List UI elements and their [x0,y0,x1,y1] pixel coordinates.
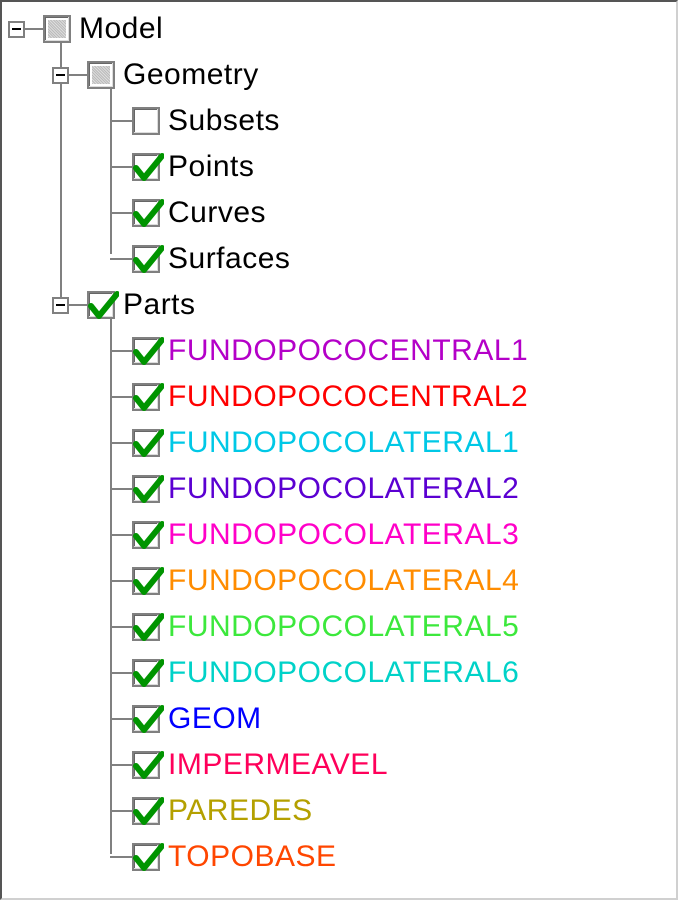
checkbox-fundopocolateral2[interactable] [132,475,160,503]
tree-row-part-0: FUNDOPOCOCENTRAL1 [2,328,676,374]
label-fundopococentral2[interactable]: FUNDOPOCOCENTRAL2 [168,374,528,420]
tree-row-geometry: Geometry [2,52,676,98]
label-fundopocolateral1[interactable]: FUNDOPOCOLATERAL1 [168,420,519,466]
checkbox-parts[interactable] [87,291,115,319]
checkbox-subsets[interactable] [132,107,160,135]
label-model[interactable]: Model [79,6,163,52]
checkbox-points[interactable] [132,153,160,181]
checkbox-fundopocolateral1[interactable] [132,429,160,457]
label-fundopocolateral5[interactable]: FUNDOPOCOLATERAL5 [168,604,519,650]
tree-row-points: Points [2,144,676,190]
checkbox-fundopococentral2[interactable] [132,383,160,411]
checkbox-fundopocolateral6[interactable] [132,659,160,687]
model-tree: Model Geometry Subsets Points Curves Sur… [0,0,678,900]
checkbox-curves[interactable] [132,199,160,227]
checkbox-paredes[interactable] [132,797,160,825]
label-fundopocolateral6[interactable]: FUNDOPOCOLATERAL6 [168,650,519,696]
checkbox-surfaces[interactable] [132,245,160,273]
label-parts[interactable]: Parts [123,282,196,328]
checkbox-fundopocolateral3[interactable] [132,521,160,549]
toggle-parts[interactable] [52,297,69,314]
label-subsets[interactable]: Subsets [168,98,280,144]
label-fundopocolateral3[interactable]: FUNDOPOCOLATERAL3 [168,512,519,558]
tree-row-part-3: FUNDOPOCOLATERAL2 [2,466,676,512]
label-surfaces[interactable]: Surfaces [168,236,290,282]
tree-row-part-1: FUNDOPOCOCENTRAL2 [2,374,676,420]
checkbox-impermeavel[interactable] [132,751,160,779]
tree-row-curves: Curves [2,190,676,236]
label-topobase[interactable]: TOPOBASE [168,834,337,880]
tree-row-part-5: FUNDOPOCOLATERAL4 [2,558,676,604]
tree-row-part-6: FUNDOPOCOLATERAL5 [2,604,676,650]
checkbox-model[interactable] [43,15,71,43]
label-curves[interactable]: Curves [168,190,266,236]
tree-row-part-9: IMPERMEAVEL [2,742,676,788]
toggle-model[interactable] [8,21,25,38]
checkbox-geom[interactable] [132,705,160,733]
tree-row-part-11: TOPOBASE [2,834,676,880]
checkbox-fundopocolateral5[interactable] [132,613,160,641]
checkbox-fundopococentral1[interactable] [132,337,160,365]
label-fundopococentral1[interactable]: FUNDOPOCOCENTRAL1 [168,328,528,374]
tree-row-part-2: FUNDOPOCOLATERAL1 [2,420,676,466]
label-paredes[interactable]: PAREDES [168,788,313,834]
label-fundopocolateral2[interactable]: FUNDOPOCOLATERAL2 [168,466,519,512]
tree-row-parts: Parts [2,282,676,328]
toggle-geometry[interactable] [52,67,69,84]
tree-row-part-8: GEOM [2,696,676,742]
label-points[interactable]: Points [168,144,254,190]
tree-row-model: Model [2,6,676,52]
label-fundopocolateral4[interactable]: FUNDOPOCOLATERAL4 [168,558,519,604]
checkbox-geometry[interactable] [87,61,115,89]
tree-row-surfaces: Surfaces [2,236,676,282]
checkbox-fundopocolateral4[interactable] [132,567,160,595]
label-geom[interactable]: GEOM [168,696,262,742]
checkbox-topobase[interactable] [132,843,160,871]
tree-row-subsets: Subsets [2,98,676,144]
label-impermeavel[interactable]: IMPERMEAVEL [168,742,388,788]
tree-row-part-7: FUNDOPOCOLATERAL6 [2,650,676,696]
tree-row-part-4: FUNDOPOCOLATERAL3 [2,512,676,558]
tree-row-part-10: PAREDES [2,788,676,834]
label-geometry[interactable]: Geometry [123,52,259,98]
